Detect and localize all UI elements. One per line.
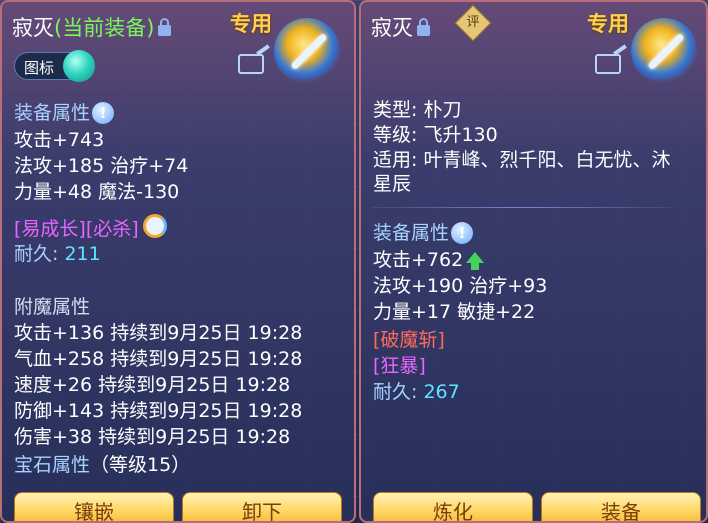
durability-line: 耐久: 211 <box>14 243 101 265</box>
durability-line: 耐久: 267 <box>373 381 460 403</box>
equipped-label: (当前装备) <box>54 16 155 40</box>
weapon-icon <box>274 18 340 84</box>
attr-header: 装备属性! <box>14 101 115 125</box>
info-icon[interactable]: ! <box>92 102 115 124</box>
durability-value: 211 <box>64 243 101 265</box>
enchant-line: 防御+143 持续到9月25日 19:28 <box>14 400 303 422</box>
attr-line: 攻击+743 <box>14 129 105 151</box>
durability-value: 267 <box>423 381 460 403</box>
enchant-line: 攻击+136 持续到9月25日 19:28 <box>14 322 303 344</box>
info-icon[interactable]: ! <box>451 222 474 244</box>
share-icon[interactable] <box>595 54 621 74</box>
item-title: 寂灭 <box>371 12 430 42</box>
special-tags: [易成长][必杀] <box>14 214 167 241</box>
gem-header: 宝石属性（等级15） <box>14 454 191 476</box>
enchant-line: 伤害+38 持续到9月25日 19:28 <box>14 426 291 448</box>
attr-header: 装备属性! <box>373 221 474 245</box>
item-name: 寂灭 <box>12 16 54 40</box>
attr-line: 法攻+190 治疗+93 <box>373 275 548 297</box>
special-label: 专用 <box>230 12 272 36</box>
equip-button[interactable]: 装备 <box>541 492 701 521</box>
toggle-label: 图标 <box>24 59 55 77</box>
lock-icon <box>158 18 172 36</box>
toggle-knob[interactable] <box>63 50 95 82</box>
item-title: 寂灭(当前装备) <box>12 12 172 42</box>
attr-line: 力量+17 敏捷+22 <box>373 301 536 323</box>
enchant-header: 附魔属性 <box>14 296 91 318</box>
refresh-icon[interactable] <box>142 214 167 238</box>
special-label: 专用 <box>587 12 629 36</box>
compare-item-panel: 寂灭 专用 类型: 朴刀 等级: 飞升130 适用: 叶青峰、烈千阳、白无忧、沐… <box>359 0 708 523</box>
lock-icon <box>417 18 430 36</box>
up-arrow-icon <box>466 252 485 270</box>
inlay-button[interactable]: 镶嵌 <box>14 492 174 521</box>
remove-button[interactable]: 卸下 <box>182 492 342 521</box>
item-name: 寂灭 <box>371 16 413 40</box>
attr-line: 力量+48 魔法-130 <box>14 181 180 203</box>
attr-line: 法攻+185 治疗+74 <box>14 155 189 177</box>
divider <box>371 207 671 208</box>
skill-tag: [狂暴] <box>373 355 426 377</box>
attr-line: 攻击+762 <box>373 248 485 272</box>
share-icon[interactable] <box>238 54 264 74</box>
weapon-icon <box>631 18 697 84</box>
skill-tag: [破魔斩] <box>373 329 445 351</box>
enchant-line: 速度+26 持续到9月25日 19:28 <box>14 374 291 396</box>
level-line: 等级: 飞升130 <box>373 124 498 146</box>
fit-line: 星辰 <box>373 173 412 195</box>
type-line: 类型: 朴刀 <box>373 99 462 121</box>
current-equipment-panel: 寂灭(当前装备) 专用 图标 装备属性! 攻击+743 法攻+185 治疗+74… <box>0 0 356 523</box>
refine-button[interactable]: 炼化 <box>373 492 533 521</box>
icon-toggle[interactable]: 图标 <box>14 50 95 82</box>
enchant-line: 气血+258 持续到9月25日 19:28 <box>14 348 303 370</box>
fit-line: 适用: 叶青峰、烈千阳、白无忧、沐 <box>373 149 671 171</box>
